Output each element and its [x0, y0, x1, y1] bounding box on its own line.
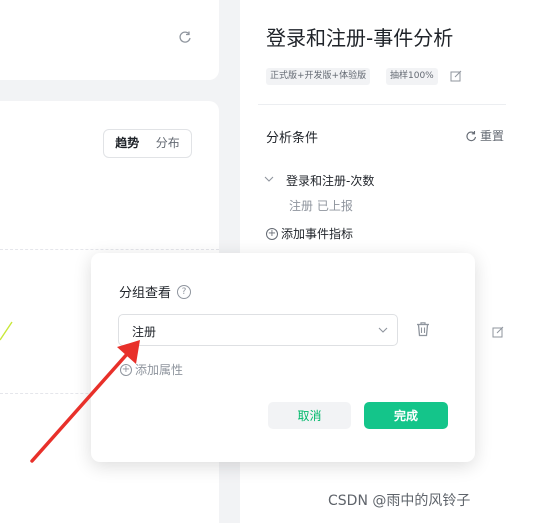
page-title: 登录和注册-事件分析 — [266, 26, 454, 50]
chevron-down-icon[interactable] — [264, 174, 274, 184]
reset-label: 重置 — [480, 129, 505, 143]
edit-icon[interactable] — [492, 326, 504, 338]
question-icon[interactable]: ? — [177, 284, 192, 299]
tab-distribution[interactable]: 分布 — [148, 133, 189, 154]
refresh-icon — [466, 130, 477, 141]
version-tag: 正式版+开发版+体验版 — [266, 68, 371, 85]
add-attribute-label: 添加属性 — [135, 363, 184, 377]
plus-circle-icon: + — [120, 363, 132, 376]
trash-icon[interactable] — [415, 321, 431, 337]
tab-trend[interactable]: 趋势 — [107, 133, 148, 154]
popover-title: 分组查看 ? — [119, 282, 192, 301]
reset-button[interactable]: 重置 — [465, 127, 504, 144]
sampling-tag: 抽样100% — [386, 68, 438, 85]
edit-icon[interactable] — [450, 70, 462, 82]
popover-title-label: 分组查看 — [119, 286, 172, 301]
section-title: 分析条件 — [266, 131, 319, 146]
chevron-down-icon — [378, 327, 388, 333]
chart-gridline — [0, 249, 219, 250]
view-switch: 趋势 分布 — [103, 129, 192, 158]
refresh-icon[interactable] — [178, 30, 192, 44]
chart-series-line — [0, 321, 13, 341]
plus-circle-icon: + — [266, 227, 278, 240]
cancel-button[interactable]: 取消 — [268, 402, 351, 429]
watermark: CSDN @雨中的风铃子 — [328, 493, 471, 509]
add-metric-label: 添加事件指标 — [281, 227, 354, 241]
select-value: 注册 — [132, 325, 157, 339]
confirm-button[interactable]: 完成 — [364, 402, 448, 429]
add-attribute-button[interactable]: + 添加属性 — [120, 361, 183, 378]
metric-event: 注册 已上报 — [289, 199, 353, 213]
divider — [258, 104, 506, 105]
add-metric-button[interactable]: + 添加事件指标 — [266, 225, 353, 242]
group-by-select[interactable]: 注册 — [118, 314, 398, 346]
metric-name[interactable]: 登录和注册-次数 — [286, 172, 374, 189]
